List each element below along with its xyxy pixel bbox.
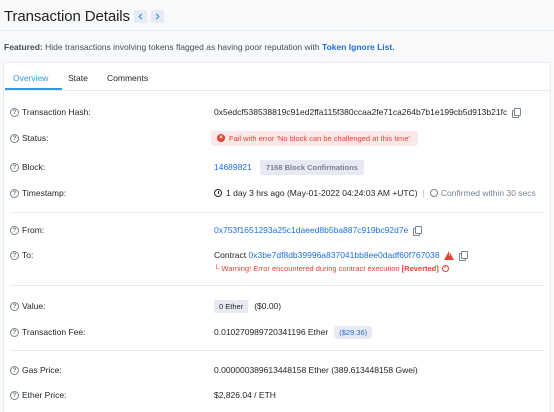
gas-price-value: 0.000000389613448158 Ether (389.61344815… xyxy=(214,365,418,375)
warning-icon xyxy=(444,250,455,260)
featured-text: Hide transactions involving tokens flagg… xyxy=(45,42,320,52)
value-usd: ($0.00) xyxy=(254,301,282,311)
from-label: From: xyxy=(22,225,45,235)
to-contract-prefix: Contract xyxy=(214,250,247,260)
error-icon: × xyxy=(217,134,225,142)
clock-icon xyxy=(214,189,222,197)
timestamp-value: 1 day 3 hrs ago (May-01-2022 04:24:03 AM… xyxy=(226,188,418,198)
chevron-right-icon xyxy=(155,12,160,20)
status-row: ? Status: × Fail with error 'No block can … xyxy=(4,130,550,146)
page-header: Transaction Details xyxy=(4,6,164,26)
prev-transaction-button[interactable] xyxy=(133,9,147,23)
confirmed-within: Confirmed within 30 secs xyxy=(440,188,536,198)
help-icon: ? xyxy=(10,225,19,235)
value-label: Value: xyxy=(22,301,46,311)
ether-price-value: $2,826.04 / ETH xyxy=(214,390,276,400)
from-row: ? From: 0x753f1651293a25c1daeed8b5ba887c9… xyxy=(4,223,550,237)
help-icon: ? xyxy=(10,162,19,172)
ether-price-label: Ether Price: xyxy=(22,390,67,400)
to-label: To: xyxy=(22,250,34,260)
gas-price-label: Gas Price: xyxy=(22,365,62,375)
to-contract-link[interactable]: 0x3be7df8db39996a837041bb8ee0dadf60f7670… xyxy=(249,250,440,260)
block-label: Block: xyxy=(22,162,46,172)
help-icon: ? xyxy=(10,301,19,311)
copy-icon[interactable] xyxy=(512,107,522,118)
page-title: Transaction Details xyxy=(4,7,130,25)
token-ignore-list-link[interactable]: Token Ignore List. xyxy=(322,42,395,52)
block-row: ? Block: 14689821 7168 Block Confirmations xyxy=(4,159,550,175)
info-icon: × xyxy=(441,264,449,272)
copy-icon[interactable] xyxy=(413,225,423,236)
featured-label: Featured: xyxy=(4,42,43,52)
help-icon: ? xyxy=(10,133,19,143)
fee-usd-badge: ($29.36) xyxy=(334,325,373,339)
copy-icon[interactable] xyxy=(459,250,469,261)
ether-value-badge: 0 Ether xyxy=(214,299,249,313)
status-label: Status: xyxy=(22,133,49,143)
timestamp-row: ? Timestamp: 1 day 3 hrs ago (May-01-2022… xyxy=(4,186,550,200)
active-tab-indicator xyxy=(5,88,62,90)
section-divider xyxy=(10,350,544,351)
header-divider xyxy=(0,30,554,31)
from-address-link[interactable]: 0x753f1651293a25c1daeed8b5ba887c919bc92d… xyxy=(214,225,408,235)
tab-state[interactable]: State xyxy=(68,73,88,83)
chevron-left-icon xyxy=(138,12,143,20)
reverted-tag: [Reverted] xyxy=(401,263,439,273)
gas-price-row: ? Gas Price: 0.000000389613448158 Ether (… xyxy=(4,363,550,377)
tab-overview[interactable]: Overview xyxy=(13,73,48,83)
help-icon: ? xyxy=(10,188,19,198)
section-divider xyxy=(10,285,544,286)
next-transaction-button[interactable] xyxy=(150,9,164,23)
value-row: ? Value: 0 Ether ($0.00) xyxy=(4,299,550,313)
transaction-card: Overview State Comments ? Transaction Has… xyxy=(3,62,551,412)
tab-comments[interactable]: Comments xyxy=(107,73,148,83)
tx-hash-label: Transaction Hash: xyxy=(22,107,91,117)
contract-warning-text: └ Warning! Error encountered during cont… xyxy=(214,263,400,273)
help-icon: ? xyxy=(10,250,19,260)
to-warning-row: └ Warning! Error encountered during cont… xyxy=(4,262,550,274)
help-icon: ? xyxy=(10,327,19,337)
tab-bar: Overview State Comments xyxy=(4,63,550,91)
help-icon: ? xyxy=(10,365,19,375)
tx-hash-row: ? Transaction Hash: 0x5edcf538538819c91ed… xyxy=(4,105,550,119)
block-confirmations-badge: 7168 Block Confirmations xyxy=(259,159,364,175)
featured-notice: Featured: Hide transactions involving to… xyxy=(4,42,395,52)
timestamp-separator: | xyxy=(422,188,425,198)
timestamp-label: Timestamp: xyxy=(22,188,67,198)
ether-price-row: ? Ether Price: $2,826.04 / ETH xyxy=(4,388,550,402)
block-number-link[interactable]: 14689821 xyxy=(214,162,252,172)
confirmed-clock-icon xyxy=(429,189,438,197)
to-row: ? To: Contract 0x3be7df8db39996a837041bb8… xyxy=(4,248,550,262)
help-icon: ? xyxy=(10,390,19,400)
help-icon: ? xyxy=(10,107,19,117)
status-value: Fail with error 'No block can be challen… xyxy=(229,133,410,143)
fee-value: 0.010270989720341196 Ether xyxy=(214,327,329,337)
tx-hash-value: 0x5edcf538538819c91ed2ffa115f380ccaa2fe7… xyxy=(214,107,508,117)
fee-row: ? Transaction Fee: 0.010270989720341196 E… xyxy=(4,325,550,339)
fee-label: Transaction Fee: xyxy=(22,327,86,337)
section-divider xyxy=(10,212,544,213)
status-badge: × Fail with error 'No block can be challe… xyxy=(211,130,418,146)
